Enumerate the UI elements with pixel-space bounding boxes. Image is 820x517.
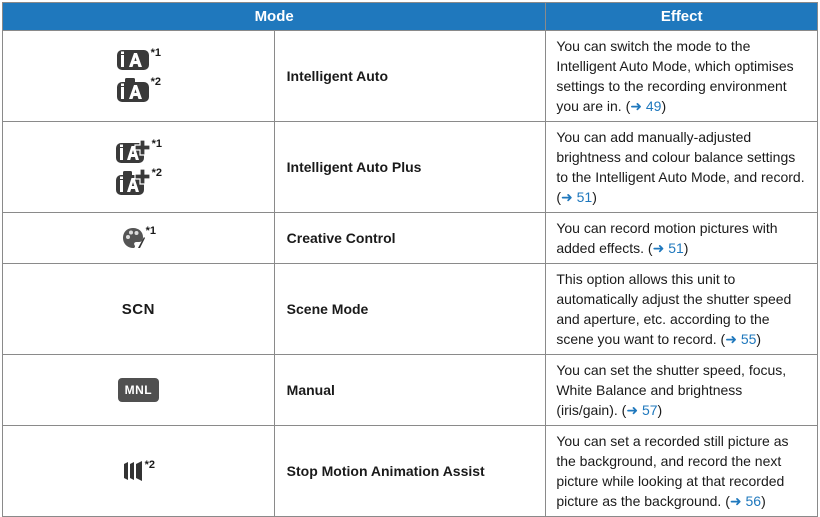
- table-row: *2 Stop Motion Animation Assist You can …: [2, 425, 818, 517]
- mode-effect-table: Mode Effect *1 *2 Intelligent Auto You c…: [1, 2, 818, 517]
- page-reference-link[interactable]: 49: [646, 98, 662, 114]
- mode-icon-cell: *2: [2, 425, 275, 517]
- intelligent-auto-icon: [116, 48, 150, 72]
- mode-column-header: Mode: [1, 2, 547, 31]
- mode-name: Intelligent Auto: [273, 30, 547, 122]
- mode-name: Creative Control: [273, 212, 547, 264]
- page-reference-link[interactable]: 51: [668, 240, 684, 256]
- effect-close: ): [683, 240, 689, 256]
- creative-control-icon: [121, 226, 145, 250]
- page-reference-link[interactable]: 57: [642, 402, 658, 418]
- mode-effect: You can switch the mode to the Intellige…: [545, 30, 818, 122]
- footnote-marker: *1: [145, 225, 157, 237]
- mode-name: Manual: [273, 354, 547, 426]
- mode-icon-cell: MNL: [2, 354, 275, 426]
- mode-effect: You can add manually-adjusted brightness…: [545, 121, 818, 213]
- page-ref-arrow-icon: ➜: [729, 493, 742, 509]
- footnote-marker: *2: [144, 459, 156, 471]
- footnote-marker: *1: [150, 47, 162, 59]
- table-row: SCN Scene Mode This option allows this u…: [2, 263, 818, 355]
- mode-name: Intelligent Auto Plus: [273, 121, 547, 213]
- effect-text: You can switch the mode to the Intellige…: [556, 38, 794, 114]
- footnote-marker: *1: [151, 138, 163, 150]
- page-ref-arrow-icon: ➜: [630, 98, 642, 114]
- table-row: *1 *2 Intelligent Auto Plus You can add …: [2, 121, 818, 213]
- table-row: MNL Manual You can set the shutter speed…: [2, 354, 818, 426]
- effect-close: ): [761, 493, 766, 509]
- page-ref-arrow-icon: ➜: [725, 331, 737, 347]
- mode-effect: You can record motion pictures with adde…: [545, 212, 818, 264]
- page-reference-link[interactable]: 56: [745, 493, 761, 509]
- effect-close: ): [756, 331, 762, 347]
- page-reference-link[interactable]: 55: [741, 331, 757, 347]
- intelligent-auto-plus-camera-icon: [115, 168, 151, 196]
- table-row: *1 Creative Control You can record motio…: [2, 212, 818, 264]
- mode-effect: This option allows this unit to automati…: [545, 263, 818, 355]
- effect-column-header: Effect: [545, 2, 818, 31]
- footnote-marker: *2: [150, 76, 162, 88]
- page-ref-arrow-icon: ➜: [560, 189, 573, 205]
- intelligent-auto-plus-icon: [115, 139, 151, 165]
- page-reference-link[interactable]: 51: [577, 189, 593, 205]
- header-row: Mode Effect: [1, 2, 818, 31]
- effect-text: You can record motion pictures with adde…: [556, 220, 778, 256]
- manual-mode-icon: MNL: [117, 378, 160, 402]
- mode-effect: You can set the shutter speed, focus, Wh…: [545, 354, 818, 426]
- effect-close: ): [657, 402, 663, 418]
- stop-motion-icon: [122, 460, 144, 482]
- mode-icon-cell: *1 *2: [2, 121, 275, 213]
- page-ref-arrow-icon: ➜: [626, 402, 639, 418]
- effect-close: ): [661, 98, 667, 114]
- page-ref-arrow-icon: ➜: [652, 240, 665, 256]
- table-row: *1 *2 Intelligent Auto You can switch th…: [2, 30, 818, 122]
- mode-icon-cell: *1: [2, 212, 275, 264]
- mode-effect: You can set a recorded still picture as …: [545, 425, 818, 517]
- footnote-marker: *2: [151, 167, 163, 179]
- mode-icon-cell: *1 *2: [2, 30, 275, 122]
- scene-mode-icon: SCN: [121, 300, 155, 318]
- intelligent-auto-camera-icon: [116, 77, 150, 103]
- effect-close: ): [592, 189, 597, 205]
- mode-name: Scene Mode: [273, 263, 547, 355]
- mode-name: Stop Motion Animation Assist: [273, 425, 547, 517]
- effect-text: You can set the shutter speed, focus, Wh…: [556, 362, 787, 418]
- mode-icon-cell: SCN: [2, 263, 275, 355]
